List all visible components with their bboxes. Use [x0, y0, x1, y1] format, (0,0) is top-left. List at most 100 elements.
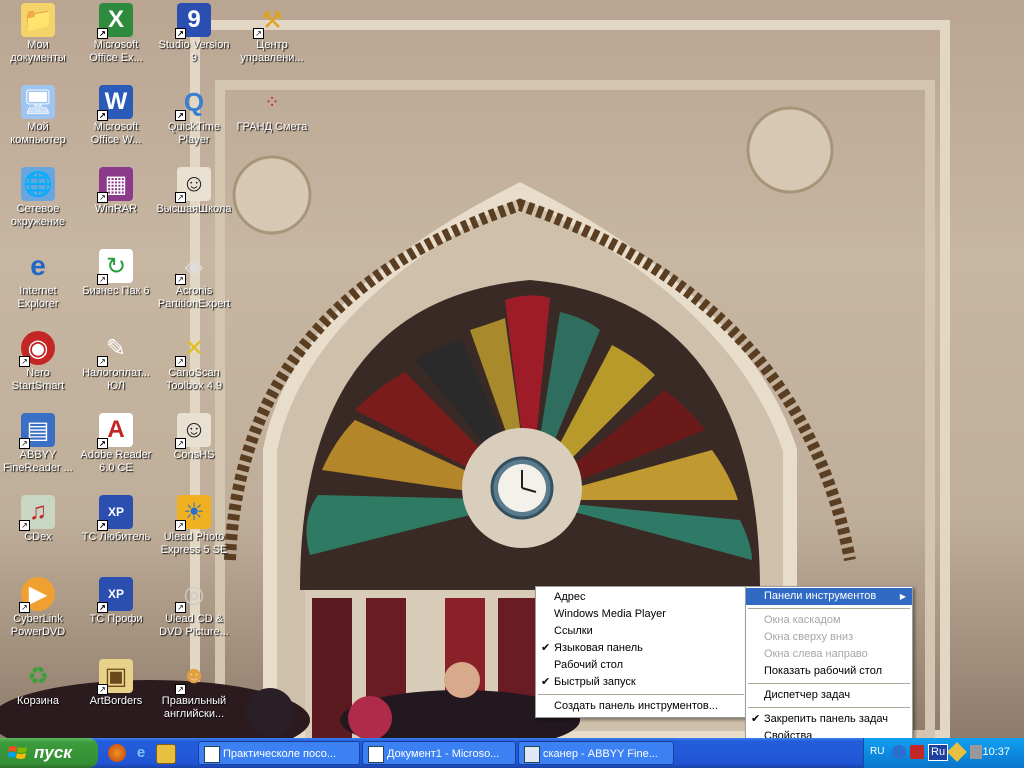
- security-tray-icon[interactable]: [910, 745, 924, 759]
- desktop-icon-label: CDex: [24, 531, 52, 543]
- menu-item-windows-media-player[interactable]: Windows Media Player: [536, 606, 746, 623]
- network-tray-icon[interactable]: [892, 745, 906, 759]
- desktop-icon-label: ABBYY FineReader ...: [3, 449, 73, 474]
- language-indicator[interactable]: Ru: [928, 744, 949, 761]
- menu-item-desktop[interactable]: Рабочий стол: [536, 657, 746, 674]
- desktop-icon-control-center[interactable]: ⚒ ↗ Центр управлени...: [234, 3, 310, 65]
- clock[interactable]: 10:37: [982, 746, 1010, 758]
- menu-item-quick-launch[interactable]: ✔ Быстрый запуск: [536, 674, 746, 691]
- desktop-icon-my-documents[interactable]: 📁 Мои документы: [0, 3, 76, 65]
- desktop-icon-excel[interactable]: X ↗ Microsoft Office Ex...: [78, 3, 154, 65]
- taskbar-context-menu: Панели инструментов ▶ Окна каскадом Окна …: [745, 586, 913, 747]
- desktop-icon-label: Microsoft Office Ex...: [89, 39, 143, 64]
- desktop-icon-internet-explorer[interactable]: e Internet Explorer: [0, 249, 76, 311]
- menu-item-cascade[interactable]: Окна каскадом: [746, 612, 912, 629]
- menu-item-lock-taskbar[interactable]: ✔ Закрепить панель задач: [746, 711, 912, 728]
- desktop-icon-label: Microsoft Office W...: [90, 121, 142, 146]
- menu-item-tile-vertical[interactable]: Окна слева направо: [746, 646, 912, 663]
- word-icon: W ↗: [97, 85, 133, 121]
- desktop-icon-cdex[interactable]: ♫ ↗ CDex: [0, 495, 76, 544]
- canoscan-icon: ✕ ↗: [175, 331, 211, 367]
- desktop-icon-business-pak[interactable]: ↻ ↗ Бизнес Пак 6: [78, 249, 154, 298]
- volume-tray-icon[interactable]: [970, 745, 982, 759]
- menu-item-tile-horizontal[interactable]: Окна сверху вниз: [746, 629, 912, 646]
- check-icon: ✔: [541, 642, 551, 654]
- desktop-icon-label: CanoScan Toolbox 4.9: [165, 367, 223, 392]
- desktop-icon-vysshaya-shkola[interactable]: ☺ ↗ ВысшаяШкола: [156, 167, 232, 216]
- desktop-icon-label: CyberLink PowerDVD: [10, 613, 66, 638]
- menu-item-task-manager[interactable]: Диспетчер задач: [746, 687, 912, 704]
- ulead-icon: ☀ ↗: [175, 495, 211, 531]
- ie-icon: e: [30, 250, 46, 281]
- recycle-bin-icon: ♻: [27, 662, 49, 690]
- desktop-icon-adobe-reader[interactable]: A ↗ Adobe Reader 6.0 CE: [78, 413, 154, 475]
- ie-quicklaunch-icon[interactable]: e: [132, 744, 150, 762]
- abbyy-icon: [524, 746, 540, 763]
- desktop-icon-ulead-cd[interactable]: ◎ ↗ Ulead CD & DVD Picture...: [156, 577, 232, 639]
- desktop-icon-ts-profi[interactable]: XP ↗ ТС Профи: [78, 577, 154, 626]
- taskbar-button-document[interactable]: Практическоле посо...: [198, 741, 360, 765]
- desktop-icon-studio[interactable]: 9 ↗ Studio Version 9: [156, 3, 232, 65]
- start-button[interactable]: пуск: [0, 738, 98, 768]
- excel-icon: X ↗: [97, 3, 133, 39]
- taskbar-button-document1[interactable]: Документ1 - Microso...: [362, 741, 516, 765]
- taskbar-button-abbyy[interactable]: сканер - ABBYY Fine...: [518, 741, 674, 765]
- desktop-icon-recycle-bin[interactable]: ♻ Корзина: [0, 659, 76, 708]
- desktop-icon-english[interactable]: ☻ ↗ Правильный английски...: [156, 659, 232, 721]
- nero-icon: ◉ ↗: [19, 331, 55, 367]
- desktop-icon-label: Правильный английски...: [161, 695, 227, 720]
- toolbars-submenu: Адрес Windows Media Player Ссылки ✔ Языко…: [535, 586, 747, 718]
- desktop-icon-label: ТС Любитель: [81, 531, 151, 543]
- desktop-icon-label: Nero StartSmart: [11, 367, 65, 392]
- desktop-icon-label: Бизнес Пак 6: [82, 285, 150, 297]
- desktop-icon-quicktime[interactable]: Q ↗ QuickTime Player: [156, 85, 232, 147]
- system-tray: RU Ru 10:37: [863, 738, 1024, 768]
- menu-item-new-toolbar[interactable]: Создать панель инструментов...: [536, 698, 746, 715]
- floppy-icon: XP ↗: [97, 577, 133, 613]
- check-icon: ✔: [541, 676, 551, 688]
- desktop-icon-winrar[interactable]: ▦ ↗ WinRAR: [78, 167, 154, 216]
- english-icon: ☻ ↗: [175, 659, 211, 695]
- menu-item-address[interactable]: Адрес: [536, 589, 746, 606]
- business-icon: ↻ ↗: [97, 249, 133, 285]
- show-desktop-quicklaunch-icon[interactable]: [156, 744, 176, 764]
- desktop-icon-word[interactable]: W ↗ Microsoft Office W...: [78, 85, 154, 147]
- desktop-icon-label: Ulead Photo Express 5 SE: [160, 531, 228, 556]
- desktop-icon-acronis[interactable]: ◈ ↗ Acronis PartitionExpert: [156, 249, 232, 311]
- desktop-icon-powerdvd[interactable]: ▶ ↗ CyberLink PowerDVD: [0, 577, 76, 639]
- desktop-icon-my-computer[interactable]: 🖥 Мой компьютер: [0, 85, 76, 147]
- dvd-icon: ▶ ↗: [19, 577, 55, 613]
- desktop-icon-label: Adobe Reader 6.0 CE: [80, 449, 152, 474]
- taskbar[interactable]: пуск e Практическоле посо... Документ1 -…: [0, 738, 1024, 768]
- windows-logo-icon: [8, 746, 27, 759]
- menu-separator: [748, 683, 910, 684]
- studio-icon: 9 ↗: [175, 3, 211, 39]
- menu-item-toolbars[interactable]: Панели инструментов ▶: [746, 588, 912, 605]
- desktop-icon-abbyy[interactable]: ▤ ↗ ABBYY FineReader ...: [0, 413, 76, 475]
- desktop-icon-tax[interactable]: ✎ ↗ Налогоплат... ЮЛ: [78, 331, 154, 393]
- menu-item-language-bar[interactable]: ✔ Языковая панель: [536, 640, 746, 657]
- desktop-icon-nero[interactable]: ◉ ↗ Nero StartSmart: [0, 331, 76, 393]
- tax-icon: ✎ ↗: [97, 331, 133, 367]
- desktop-icon-ulead-photo[interactable]: ☀ ↗ Ulead Photo Express 5 SE: [156, 495, 232, 557]
- desktop-icon-label: ВысшаяШкола: [156, 203, 232, 215]
- submenu-arrow-icon: ▶: [899, 592, 906, 601]
- media-player-quicklaunch-icon[interactable]: [108, 744, 126, 762]
- abbyy-icon: ▤ ↗: [19, 413, 55, 449]
- floppy-icon: XP ↗: [97, 495, 133, 531]
- folder-icon: 📁: [21, 3, 55, 37]
- network-icon: 🌐: [21, 167, 55, 201]
- desktop-icon-grand-smeta[interactable]: ⁘ ГРАНД Смета: [234, 85, 310, 134]
- desktop-icon-canoscan[interactable]: ✕ ↗ CanoScan Toolbox 4.9: [156, 331, 232, 393]
- menu-item-show-desktop[interactable]: Показать рабочий стол: [746, 663, 912, 680]
- app-tray-icon[interactable]: [947, 742, 967, 762]
- language-indicator-small[interactable]: RU: [870, 746, 884, 757]
- desktop-icon-artborders[interactable]: ▣ ↗ ArtBorders: [78, 659, 154, 708]
- desktop-icon-conshs[interactable]: ☺ ↗ ConsHS: [156, 413, 232, 462]
- desktop-icon-ts-lyubitel[interactable]: XP ↗ ТС Любитель: [78, 495, 154, 544]
- desktop-icon-network[interactable]: 🌐 Сетевое окружение: [0, 167, 76, 229]
- desktop-icon-label: Studio Version 9: [158, 39, 230, 64]
- desktop-icon-label: WinRAR: [94, 203, 138, 215]
- taskbar-button-label: сканер - ABBYY Fine...: [543, 748, 658, 760]
- menu-item-links[interactable]: Ссылки: [536, 623, 746, 640]
